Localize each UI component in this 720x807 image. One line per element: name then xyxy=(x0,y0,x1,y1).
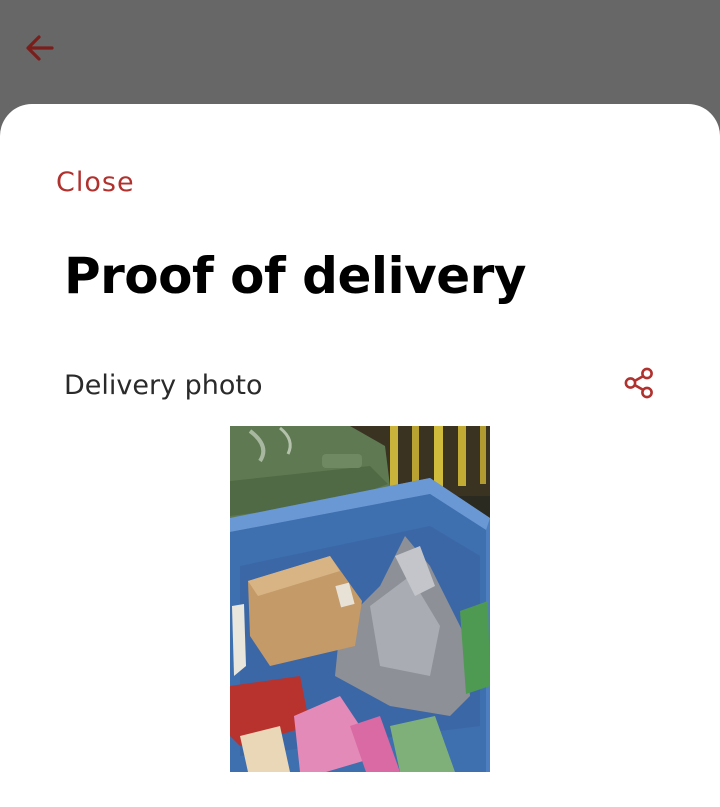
close-button[interactable]: Close xyxy=(56,166,135,200)
page-title: Proof of delivery xyxy=(64,247,526,305)
share-icon xyxy=(624,367,653,399)
bottom-sheet: Close Proof of delivery Delivery photo xyxy=(0,104,720,807)
top-bar xyxy=(0,0,720,104)
back-button[interactable] xyxy=(20,28,60,68)
delivery-photo-label: Delivery photo xyxy=(64,370,263,401)
parcel-in-recycling-bin-photo xyxy=(230,426,490,772)
delivery-photo[interactable] xyxy=(230,426,490,772)
share-button[interactable] xyxy=(618,362,660,404)
screen: Close Proof of delivery Delivery photo xyxy=(0,0,720,807)
arrow-left-icon xyxy=(26,35,54,61)
